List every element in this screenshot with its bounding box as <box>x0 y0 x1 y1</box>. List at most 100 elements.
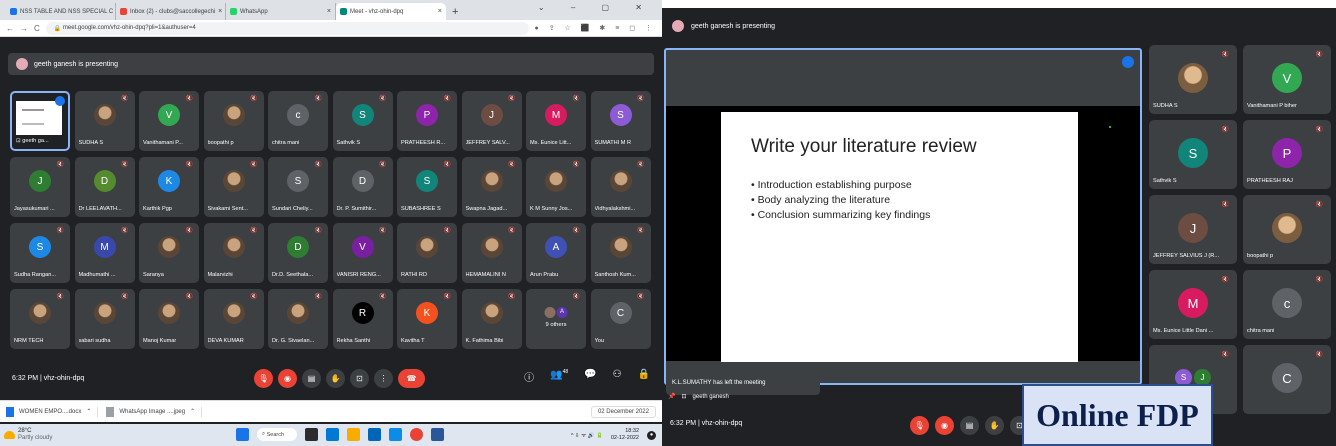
participant-tile[interactable]: 🔇 S Sathvik S <box>332 91 393 151</box>
window-controls[interactable]: ⌄ – ▢ ✕ <box>538 3 654 12</box>
participant-tile[interactable]: 🔇 Sivakami Sent... <box>203 157 264 217</box>
taskbar-search[interactable]: ⌕ Search <box>257 428 297 441</box>
chevron-up-icon[interactable]: ⌃ <box>86 408 91 415</box>
participant-tile[interactable]: 🔇 S Sundari Cheliy... <box>268 157 328 217</box>
participant-tile[interactable]: 🔇 boopathi p <box>1243 195 1331 264</box>
participant-tile[interactable]: 🔇 c chitra mani <box>1243 270 1331 339</box>
captions-button[interactable]: ▤ <box>302 368 321 388</box>
participant-tile[interactable]: 🔇 NRM TECH <box>10 289 70 349</box>
participant-tile[interactable]: 🔇 M Ms. Eunice Litt... <box>526 91 586 151</box>
new-tab-button[interactable]: + <box>452 6 458 20</box>
mic-off-button[interactable]: 🎙 <box>254 368 273 388</box>
browser-tab[interactable]: Inbox (2) - clubs@saccollegechi × <box>116 3 226 20</box>
participant-tile[interactable]: 🔇 SUDHA S <box>74 91 135 151</box>
participant-tile[interactable]: 🔇 A 9 others <box>526 289 586 349</box>
avatar: V <box>158 104 180 126</box>
weather-widget[interactable]: 28°C Partly cloudy <box>0 428 52 442</box>
close-tab-icon[interactable]: × <box>327 8 331 15</box>
present-button[interactable]: ⊡ <box>350 368 369 388</box>
info-icon[interactable]: ⓘ <box>524 369 534 384</box>
close-tab-icon[interactable]: × <box>438 8 442 15</box>
participant-tile[interactable]: 🔇 V Vanithamani P biher <box>1243 45 1331 114</box>
file-explorer-icon[interactable] <box>347 428 360 441</box>
participant-tile[interactable]: 🔇 J JEFFREY SALV... <box>461 91 522 151</box>
participant-tile[interactable]: 🔇 S Sudha Rangan... <box>10 223 70 283</box>
participant-tile[interactable]: 🔇 C You <box>590 289 651 349</box>
participant-tile[interactable]: 🔇 K Karthik Pgp <box>139 157 199 217</box>
extension-icons[interactable]: ● ⇪ ☆ ⬛ ✱ ≡ ◻ ⋮ <box>535 24 656 32</box>
activities-icon[interactable]: ⚇ <box>613 369 622 384</box>
participant-tile[interactable]: 🔇 V Vanithamani P... <box>139 91 199 151</box>
chevron-up-icon[interactable]: ⌃ <box>190 408 195 415</box>
participant-tile[interactable]: 🔇 HEMAMALINI N <box>461 223 522 283</box>
presenter-tile[interactable]: ⊡ geeth ga... <box>10 91 70 151</box>
participant-tile[interactable]: 🔇 J JEFFREY SALVIUS J (R... <box>1149 195 1237 264</box>
participant-tile[interactable]: 🔇 K. Fathima Bibi <box>461 289 522 349</box>
participant-tile[interactable]: 🔇 A Arun Prabu <box>526 223 586 283</box>
start-icon[interactable] <box>236 428 249 441</box>
edge-icon[interactable] <box>389 428 402 441</box>
participant-tile[interactable]: 🔇 Malarvizhi <box>203 223 264 283</box>
participant-tile[interactable]: 🔇 DEVA KUMAR <box>203 289 264 349</box>
participant-tile[interactable]: 🔇 Swapna Jagad... <box>461 157 522 217</box>
participant-tile[interactable]: 🔇 P PRATHEESH RAJ <box>1243 120 1331 189</box>
participant-tile[interactable]: 🔇 S SUMATHI M R <box>590 91 651 151</box>
participant-tile[interactable]: 🔇 SUDHA S <box>1149 45 1237 114</box>
camera-off-button[interactable]: ◉ <box>278 368 297 388</box>
clock[interactable]: 18:32 02-12-2022 <box>611 428 639 442</box>
participant-tile[interactable]: 🔇 M Madhumathi ... <box>74 223 135 283</box>
participant-tile[interactable]: 🔇 c chitra mani <box>268 91 328 151</box>
url-field[interactable]: 🔒 meet.google.com/vhz-ohin-dpq?pli=1&aut… <box>45 21 529 35</box>
participant-tile[interactable]: 🔇 Saranya <box>139 223 199 283</box>
mic-off-button[interactable]: 🎙 <box>910 416 929 435</box>
participant-tile[interactable]: 🔇 boopathi p <box>203 91 264 151</box>
participant-tile[interactable]: 🔇 M Ms. Eunice Little Dani ... <box>1149 270 1237 339</box>
download-item[interactable]: WhatsApp Image ....jpeg ⌃ <box>106 406 203 417</box>
tray-icons[interactable]: ^ ⇩ ᯤ 🔊 🔋 <box>571 431 603 439</box>
participant-tile[interactable]: 🔇 RATHI RD <box>397 223 457 283</box>
pin-icon[interactable]: 📌 <box>668 393 675 400</box>
raise-hand-button[interactable]: ✋ <box>326 368 345 388</box>
word-icon[interactable] <box>431 428 444 441</box>
forward-icon[interactable]: → <box>20 24 28 33</box>
participant-tile[interactable]: 🔇 sabari sudha <box>74 289 135 349</box>
participant-tile[interactable]: 🔇 D Dr. P. Sumithir... <box>332 157 393 217</box>
chat-icon[interactable]: 💬 <box>584 369 596 384</box>
participant-tile[interactable]: 🔇 R Rekha Santhi <box>332 289 393 349</box>
reload-icon[interactable]: C <box>34 24 40 33</box>
participant-tile[interactable]: 🔇 D Dr.D. Seethala... <box>268 223 328 283</box>
participant-tile[interactable]: 🔇 S SUBASHREE S <box>397 157 457 217</box>
notification-icon[interactable]: ● <box>647 430 656 440</box>
browser-tab[interactable]: Meet - vhz-ohin-dpq × <box>336 3 446 20</box>
people-icon[interactable]: 👥48 <box>550 369 568 384</box>
participant-tile[interactable]: 🔇 S Sathvik S <box>1149 120 1237 189</box>
back-icon[interactable]: ← <box>6 24 14 33</box>
browser-tab[interactable]: NSS TABLE AND NSS SPECIAL C× <box>6 3 116 20</box>
participant-tile[interactable]: 🔇 J Jayasukumari ... <box>10 157 70 217</box>
more-options-button[interactable]: ⋮ <box>374 368 393 388</box>
participant-tile[interactable]: 🔇 P PRATHEESH R... <box>397 91 457 151</box>
captions-button[interactable]: ▤ <box>960 416 979 435</box>
participant-tile[interactable]: 🔇 K M Sunny Jos... <box>526 157 586 217</box>
participant-tile[interactable]: 🔇 V VANISRI RENG... <box>332 223 393 283</box>
participant-tile[interactable]: 🔇 Dr. G. Sivaelan... <box>268 289 328 349</box>
raise-hand-button[interactable]: ✋ <box>985 416 1004 435</box>
participant-tile[interactable]: 🔇 Manoj Kumar <box>139 289 199 349</box>
presentation-stage[interactable]: Write your literature review Introductio… <box>664 48 1142 385</box>
participant-tile[interactable]: 🔇 D Dr LEELAVATH... <box>74 157 135 217</box>
widgets-icon[interactable] <box>326 428 339 441</box>
camera-off-button[interactable]: ◉ <box>935 416 954 435</box>
leave-call-button[interactable]: ☎ <box>398 368 425 388</box>
browser-tab[interactable]: WhatsApp × <box>226 3 336 20</box>
muted-icon: 🔇 <box>185 228 193 234</box>
task-view-icon[interactable] <box>305 428 318 441</box>
participant-tile[interactable]: 🔇 Vidhyalakshmi... <box>590 157 651 217</box>
participant-tile[interactable]: 🔇 Santhosh Kum... <box>590 223 651 283</box>
close-tab-icon[interactable]: × <box>218 8 222 15</box>
chrome-icon[interactable] <box>410 428 423 441</box>
host-controls-icon[interactable]: 🔒 <box>638 369 650 384</box>
participant-tile[interactable]: 🔇 C <box>1243 345 1331 414</box>
store-icon[interactable] <box>368 428 381 441</box>
download-item[interactable]: WOMEN EMPO....docx ⌃ <box>6 406 99 417</box>
participant-tile[interactable]: 🔇 K Kavitha T <box>397 289 457 349</box>
